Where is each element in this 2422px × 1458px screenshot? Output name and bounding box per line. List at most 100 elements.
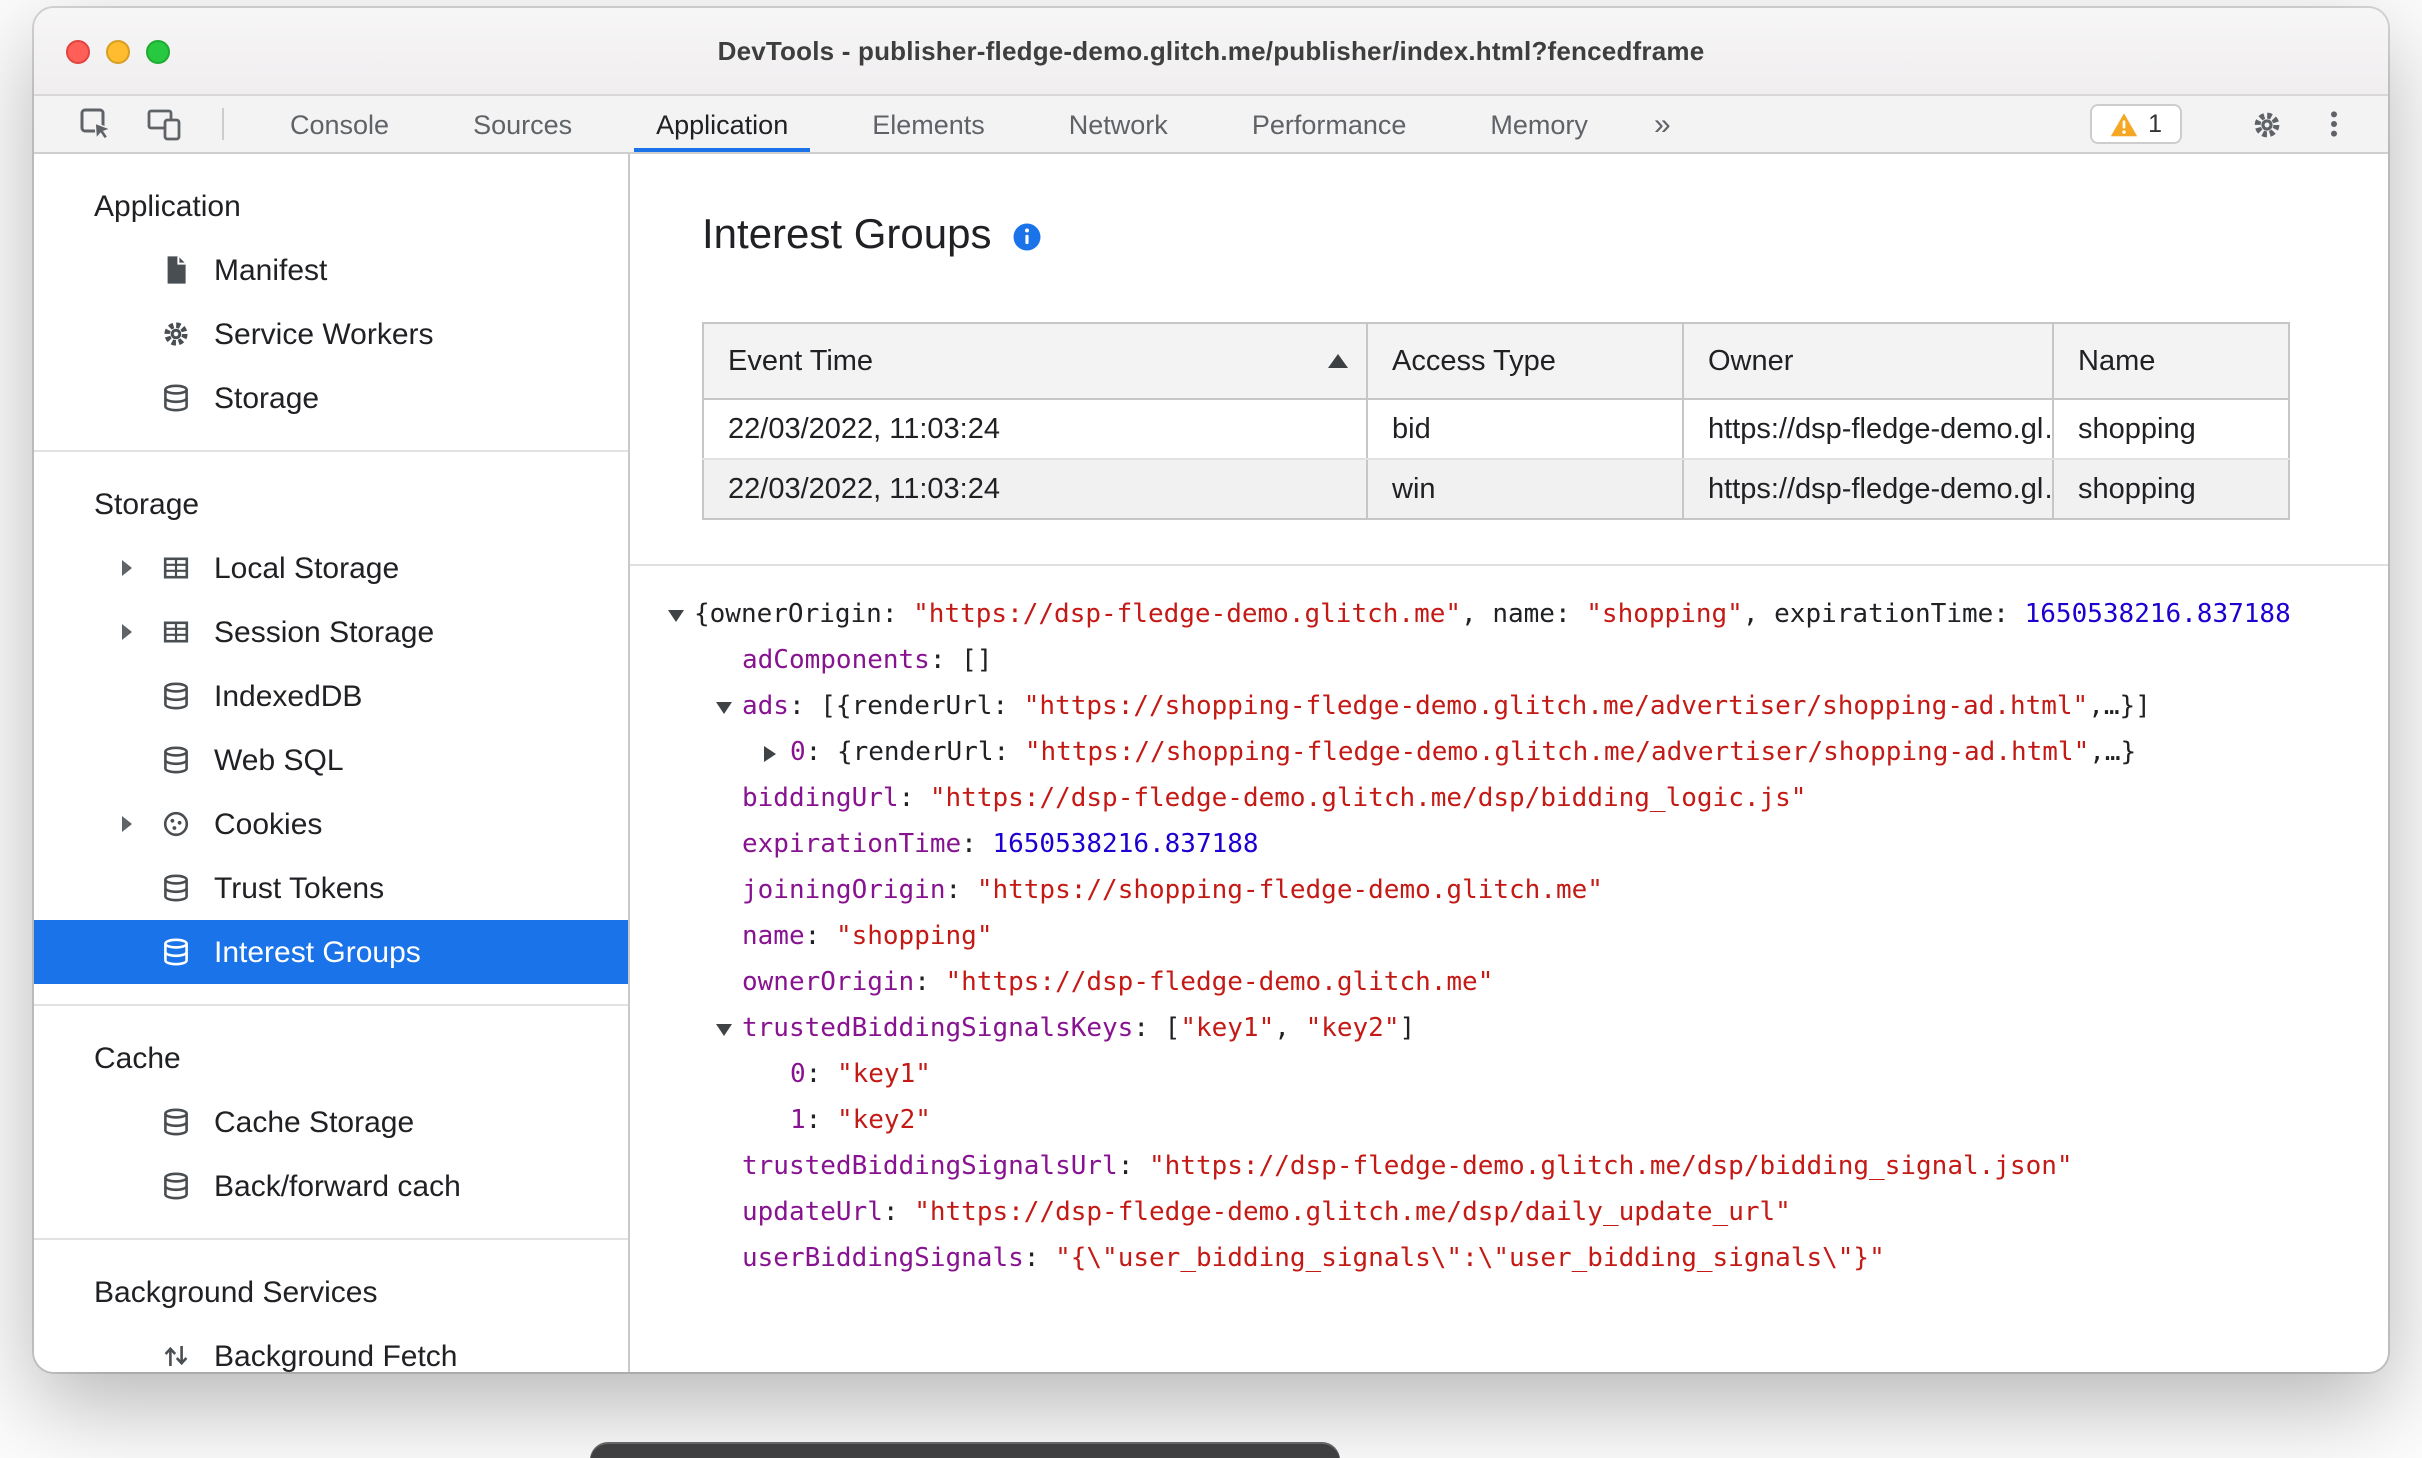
tree-row[interactable]: 1: "key2" — [668, 1098, 2388, 1144]
tree-punct: ,…} — [2089, 738, 2137, 768]
json-tree-view: {ownerOrigin: "https://dsp-fledge-demo.g… — [630, 564, 2388, 1372]
tree-punct: , — [1274, 1014, 1306, 1044]
tree-key: expirationTime — [742, 830, 962, 860]
database-icon — [158, 934, 194, 970]
sidebar-item-interest-groups[interactable]: Interest Groups — [34, 920, 628, 984]
device-toolbar-icon[interactable] — [130, 96, 198, 152]
close-button[interactable] — [66, 39, 90, 63]
table-row[interactable]: 22/03/2022, 11:03:24 bid https://dsp-fle… — [702, 399, 2290, 460]
tree-row[interactable]: 0: "key1" — [668, 1052, 2388, 1098]
sidebar-item-storage[interactable]: Storage — [34, 366, 628, 430]
tab-network[interactable]: Network — [1027, 96, 1210, 152]
tree-row[interactable]: name: "shopping" — [668, 914, 2388, 960]
application-sidebar: Application Manifest Service Workers Sto… — [34, 154, 630, 1372]
more-tabs-button[interactable]: » — [1630, 96, 1695, 152]
sidebar-item-manifest[interactable]: Manifest — [34, 238, 628, 302]
tree-punct: : [{renderUrl: — [788, 692, 1024, 722]
tree-string: "{\"user_bidding_signals\":\"user_biddin… — [1055, 1244, 1885, 1274]
minimize-button[interactable] — [106, 39, 130, 63]
caret-down-icon[interactable] — [716, 1023, 732, 1035]
tree-row[interactable]: expirationTime: 1650538216.837188 — [668, 822, 2388, 868]
tree-key: 0 — [790, 1060, 806, 1090]
warnings-badge[interactable]: 1 — [2090, 104, 2182, 144]
sidebar-item-background-fetch[interactable]: Background Fetch — [34, 1324, 628, 1372]
cell-event-time: 22/03/2022, 11:03:24 — [702, 459, 1368, 520]
tree-row[interactable]: trustedBiddingSignalsKeys: ["key1", "key… — [668, 1006, 2388, 1052]
traffic-lights — [66, 39, 170, 63]
tab-console[interactable]: Console — [248, 96, 431, 152]
sidebar-item-session-storage[interactable]: Session Storage — [34, 600, 628, 664]
sidebar-item-indexeddb[interactable]: IndexedDB — [34, 664, 628, 728]
cell-owner: https://dsp-fledge-demo.gl… — [1682, 399, 2054, 460]
tree-row[interactable]: userBiddingSignals: "{\"user_bidding_sig… — [668, 1236, 2388, 1282]
tree-row[interactable]: {ownerOrigin: "https://dsp-fledge-demo.g… — [668, 592, 2388, 638]
up-down-arrows-icon — [158, 1338, 194, 1372]
tab-sources[interactable]: Sources — [431, 96, 614, 152]
tree-punct: : {renderUrl: — [805, 738, 1025, 768]
sidebar-item-label: Cache Storage — [214, 1105, 415, 1139]
tree-punct: [] — [961, 646, 993, 676]
database-icon — [158, 870, 194, 906]
tree-string: "https://dsp-fledge-demo.glitch.me" — [945, 968, 1494, 998]
caret-right-icon[interactable] — [764, 745, 776, 761]
column-header-access-type[interactable]: Access Type — [1366, 322, 1684, 400]
tree-key: 1 — [790, 1106, 806, 1136]
zoom-button[interactable] — [146, 39, 170, 63]
caret-down-icon[interactable] — [716, 701, 732, 713]
tree-string: "key2" — [1305, 1014, 1400, 1044]
table-row[interactable]: 22/03/2022, 11:03:24 win https://dsp-fle… — [702, 459, 2290, 520]
sidebar-item-back-forward-cache[interactable]: Back/forward cach — [34, 1154, 628, 1218]
tree-row[interactable]: adComponents: [] — [668, 638, 2388, 684]
sort-ascending-icon — [1328, 354, 1348, 368]
column-header-owner[interactable]: Owner — [1682, 322, 2054, 400]
info-icon[interactable] — [1011, 221, 1041, 251]
sidebar-item-cache-storage[interactable]: Cache Storage — [34, 1090, 628, 1154]
column-header-event-time[interactable]: Event Time — [702, 322, 1368, 400]
sidebar-section-header: Cache — [94, 1041, 181, 1075]
macos-dock[interactable] — [590, 1442, 1340, 1458]
tree-number: 1650538216.837188 — [992, 830, 1259, 860]
tree-key: ownerOrigin — [742, 968, 915, 998]
column-header-name[interactable]: Name — [2052, 322, 2290, 400]
chevron-right-icon[interactable] — [122, 816, 132, 832]
sidebar-item-web-sql[interactable]: Web SQL — [34, 728, 628, 792]
tree-row[interactable]: joiningOrigin: "https://shopping-fledge-… — [668, 868, 2388, 914]
cell-name: shopping — [2052, 399, 2290, 460]
tree-row[interactable]: ads: [{renderUrl: "https://shopping-fled… — [668, 684, 2388, 730]
tree-string: "shopping" — [1586, 600, 1743, 630]
tree-punct: : — [914, 968, 946, 998]
tree-key: updateUrl — [742, 1198, 883, 1228]
sidebar-section-background-services: Background Services Background Fetch — [34, 1238, 628, 1372]
tab-application[interactable]: Application — [614, 96, 830, 152]
column-label: Access Type — [1392, 345, 1556, 377]
tab-elements[interactable]: Elements — [830, 96, 1027, 152]
sidebar-item-trust-tokens[interactable]: Trust Tokens — [34, 856, 628, 920]
tree-row[interactable]: biddingUrl: "https://dsp-fledge-demo.gli… — [668, 776, 2388, 822]
events-table-wrap: Event Time Access Type Owner Name 22/03/… — [702, 322, 2316, 520]
caret-down-icon[interactable] — [668, 609, 684, 621]
interest-groups-panel: Interest Groups Event Time Access Type O… — [630, 154, 2388, 1372]
tree-row[interactable]: updateUrl: "https://dsp-fledge-demo.glit… — [668, 1190, 2388, 1236]
table-grid-icon — [158, 550, 194, 586]
tab-performance[interactable]: Performance — [1210, 96, 1449, 152]
chevron-right-icon[interactable] — [122, 624, 132, 640]
kebab-menu-icon[interactable] — [2300, 108, 2368, 140]
cell-name: shopping — [2052, 459, 2290, 520]
window-titlebar[interactable]: DevTools - publisher-fledge-demo.glitch.… — [34, 8, 2388, 96]
sidebar-item-service-workers[interactable]: Service Workers — [34, 302, 628, 366]
sidebar-item-cookies[interactable]: Cookies — [34, 792, 628, 856]
devtools-content: Application Manifest Service Workers Sto… — [34, 154, 2388, 1372]
tree-row[interactable]: ownerOrigin: "https://dsp-fledge-demo.gl… — [668, 960, 2388, 1006]
tree-punct: : — [804, 922, 836, 952]
tab-memory[interactable]: Memory — [1448, 96, 1630, 152]
inspect-element-icon[interactable] — [62, 96, 130, 152]
column-label: Owner — [1708, 345, 1794, 377]
tree-row[interactable]: 0: {renderUrl: "https://shopping-fledge-… — [668, 730, 2388, 776]
tree-punct: : — [1117, 1152, 1149, 1182]
chevron-right-icon[interactable] — [122, 560, 132, 576]
sidebar-item-label: Storage — [214, 381, 320, 415]
tree-row[interactable]: trustedBiddingSignalsUrl: "https://dsp-f… — [668, 1144, 2388, 1190]
sidebar-item-label: Session Storage — [214, 615, 435, 649]
settings-gear-icon[interactable] — [2232, 107, 2300, 141]
sidebar-item-local-storage[interactable]: Local Storage — [34, 536, 628, 600]
